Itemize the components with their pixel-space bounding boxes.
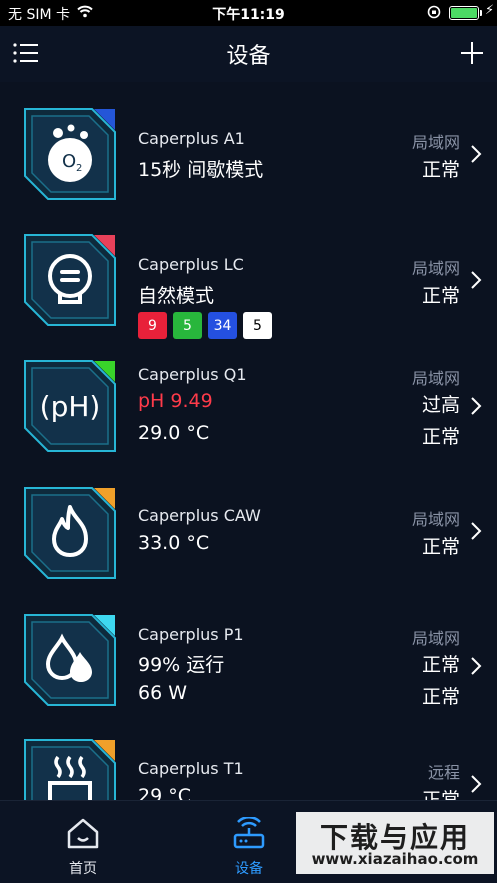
connection-type: 远程 [427, 763, 460, 782]
device-name: Caperplus Q1 [138, 365, 247, 384]
page-title: 设备 [226, 44, 271, 69]
chevron-right-icon [471, 657, 482, 675]
connection-type: 局域网 [411, 259, 460, 278]
device-status: 正常 [421, 285, 460, 307]
tab-devices-label: 设备 [235, 861, 263, 877]
tab-home-label: 首页 [69, 861, 97, 877]
watermark-logo: 下载与应用 www.xiazaihao.com [296, 812, 494, 874]
device-name: Caperplus T1 [138, 759, 244, 778]
chevron-right-icon [471, 522, 482, 540]
device-name: Caperplus LC [138, 255, 244, 274]
light-bulb-icon [22, 232, 118, 328]
water-drops-icon [22, 612, 118, 708]
plus-icon [461, 42, 483, 64]
tab-home[interactable]: 首页 [23, 801, 143, 883]
watermark-url: www.xiazaihao.com [311, 850, 479, 868]
device-item-t1[interactable]: Caperplus T1 29 °C 远程 正常 [0, 737, 497, 800]
channel-chip-white: 5 [243, 312, 272, 339]
device-name: Caperplus A1 [138, 129, 245, 148]
device-list: O 2 Caperplus A1 15秒 间歇模式 局域网 正常 Caperpl… [0, 82, 497, 800]
home-icon [67, 818, 99, 849]
temperature-status: 正常 [421, 426, 460, 448]
svg-text:O: O [62, 151, 76, 172]
power-status: 正常 [421, 686, 460, 708]
connection-type: 局域网 [411, 369, 460, 388]
chevron-right-icon [471, 397, 482, 415]
device-name: Caperplus CAW [138, 506, 261, 525]
connection-type: 局域网 [411, 133, 460, 152]
connection-type: 局域网 [411, 510, 460, 529]
device-status: 正常 [421, 536, 460, 558]
device-item-p1[interactable]: Caperplus P1 99% 运行 66 W 局域网 正常 正常 [0, 612, 497, 740]
ph-status: 过高 [421, 394, 460, 416]
temperature-reading: 29.0 °C [138, 422, 210, 444]
flame-icon [22, 485, 118, 581]
device-item-a1[interactable]: O 2 Caperplus A1 15秒 间歇模式 局域网 正常 [0, 106, 497, 234]
device-status: 正常 [421, 159, 460, 181]
tab-devices[interactable]: 设备 [189, 801, 309, 883]
battery-icon [449, 6, 479, 20]
device-status: 正常 [421, 789, 460, 800]
channel-chip-red: 9 [138, 312, 167, 339]
device-item-caw[interactable]: Caperplus CAW 33.0 °C 局域网 正常 [0, 485, 497, 613]
pump-power: 66 W [138, 682, 188, 704]
router-icon [233, 817, 265, 849]
channel-values: 9 5 34 5 [138, 312, 272, 339]
connection-type: 局域网 [411, 629, 460, 648]
chevron-right-icon [471, 145, 482, 163]
device-item-lc[interactable]: Caperplus LC 自然模式 9 5 34 5 局域网 正常 [0, 232, 497, 360]
pump-speed: 99% 运行 [138, 654, 225, 676]
temperature-reading: 33.0 °C [138, 532, 210, 554]
temperature-reading: 29 °C [138, 785, 191, 800]
device-mode: 15秒 间歇模式 [138, 159, 264, 181]
svg-text:2: 2 [76, 163, 82, 174]
status-bar: 无 SIM 卡 下午11:19 ⚡ [0, 0, 497, 26]
chevron-right-icon [471, 271, 482, 289]
ph-reading: pH 9.49 [138, 390, 213, 412]
svg-text:(pH): (pH) [40, 390, 101, 423]
channel-chip-blue: 34 [208, 312, 237, 339]
device-name: Caperplus P1 [138, 625, 244, 644]
channel-chip-green: 5 [173, 312, 202, 339]
oxygen-icon: O 2 [22, 106, 118, 202]
speed-status: 正常 [421, 654, 460, 676]
device-mode: 自然模式 [138, 285, 215, 307]
chevron-right-icon [471, 775, 482, 793]
clock: 下午11:19 [212, 7, 285, 23]
ph-icon: (pH) [22, 358, 118, 454]
nav-bar: 设备 [0, 26, 497, 82]
heater-icon [22, 737, 118, 800]
device-item-q1[interactable]: (pH) Caperplus Q1 pH 9.49 29.0 °C 局域网 过高… [0, 358, 497, 486]
rotation-lock-icon [427, 5, 441, 23]
charging-icon: ⚡ [485, 3, 495, 18]
add-device-button[interactable] [460, 41, 484, 65]
